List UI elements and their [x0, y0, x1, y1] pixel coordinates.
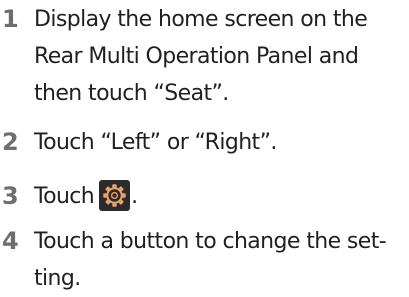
step-number: 4 [2, 227, 19, 255]
step-text: Display the home screen on the Rear Mult… [34, 1, 404, 112]
step-text-line: Touch . [34, 178, 404, 215]
step-text: Touch “Left” or “Right”. [34, 124, 404, 161]
step-text-line: Touch a button to change the set- [34, 229, 387, 254]
step-text-before-icon: Touch [34, 184, 95, 209]
step-text-line: Rear Multi Operation Panel and [34, 44, 359, 69]
step-text: Touch . [34, 178, 404, 215]
step-number: 3 [2, 182, 19, 210]
gear-settings-icon [99, 179, 131, 211]
step-number: 2 [2, 128, 19, 156]
step-number: 1 [2, 5, 19, 33]
step-text-line: Touch “Left” or “Right”. [34, 130, 277, 155]
step-text: Touch a button to change the set- ting. [34, 223, 404, 297]
step-text-line: Display the home screen on the [34, 7, 368, 32]
step-text-line: then touch “Seat”. [34, 81, 229, 106]
step-text-after-icon: . [131, 184, 138, 209]
step-text-line: ting. [34, 266, 81, 291]
